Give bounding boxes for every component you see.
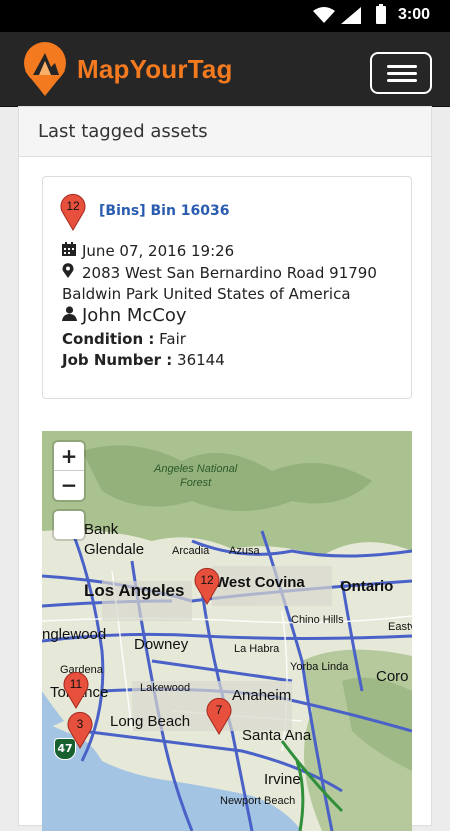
map-marker-3[interactable]: 3: [67, 711, 93, 749]
wifi-icon: [313, 7, 335, 23]
map-label: Newport Beach: [220, 795, 296, 807]
map-label: Irvine: [264, 771, 301, 788]
asset-category[interactable]: Bins: [105, 203, 139, 219]
job-number-value: 36144: [177, 351, 225, 369]
map-control-button[interactable]: [54, 511, 84, 539]
svg-text:11: 11: [70, 677, 83, 691]
map-label: Azusa: [229, 545, 260, 557]
user-icon: [62, 305, 78, 326]
hamburger-line: [387, 72, 417, 75]
brand-logo-icon[interactable]: [21, 41, 71, 97]
map-label: Glendale: [84, 541, 145, 558]
assets-panel: Last tagged assets 12 [Bins] Bin 16036 J…: [18, 106, 432, 831]
asset-address-line2: Baldwin Park United States of America: [62, 285, 351, 303]
map-label: Coro: [376, 668, 409, 685]
panel-title: Last tagged assets: [38, 121, 208, 142]
map-label: Chino Hills: [291, 614, 344, 626]
condition-value: Fair: [159, 330, 186, 348]
condition-label: Condition :: [62, 330, 155, 348]
map-marker-icon: 12: [60, 193, 86, 231]
job-number-label: Job Number :: [62, 351, 173, 369]
calendar-icon: [62, 242, 78, 260]
asset-date: June 07, 2016 19:26: [82, 242, 235, 260]
map-label: Anaheim: [232, 687, 292, 704]
asset-date-row: June 07, 2016 19:26: [62, 242, 234, 260]
svg-text:3: 3: [77, 717, 84, 731]
navbar: MapYourTag: [0, 32, 450, 107]
assets-map[interactable]: Angeles National Forest Bank Glendale Ar…: [42, 431, 412, 831]
status-time: 3:00: [397, 6, 430, 23]
map-label: Los Angeles: [84, 581, 185, 600]
hamburger-line: [387, 79, 417, 82]
map-label: La Habra: [234, 643, 280, 655]
map-label: Yorba Linda: [290, 661, 349, 673]
svg-text:12: 12: [200, 573, 214, 587]
svg-text:7: 7: [216, 703, 223, 717]
map-label: Angeles National: [154, 463, 238, 475]
map-label: West Covina: [215, 574, 305, 591]
map-label: Forest: [180, 477, 212, 489]
asset-link[interactable]: [Bins] Bin 16036: [99, 203, 230, 219]
status-bar: 3:00: [0, 0, 450, 32]
zoom-control: + −: [54, 442, 84, 500]
map-label: Long Beach: [110, 713, 191, 730]
map-label: Eastv: [388, 621, 412, 633]
asset-name[interactable]: Bin 16036: [150, 203, 229, 219]
asset-card: 12 [Bins] Bin 16036 June 07, 2016 19:26 …: [42, 176, 412, 399]
map-label: Lakewood: [140, 682, 191, 694]
hamburger-line: [387, 65, 417, 68]
zoom-in-button[interactable]: +: [54, 442, 84, 470]
asset-address-line1: 2083 West San Bernardino Road 91790: [82, 264, 377, 282]
menu-toggle-button[interactable]: [370, 52, 432, 94]
map-label: Bank: [84, 521, 119, 538]
map-label: nglewood: [42, 626, 107, 643]
map-marker-7[interactable]: 7: [206, 697, 232, 735]
panel-header: Last tagged assets: [19, 107, 431, 157]
location-pin-icon: [62, 263, 78, 282]
svg-text:12: 12: [66, 199, 80, 213]
zoom-out-button[interactable]: −: [54, 471, 84, 499]
map-marker-11[interactable]: 11: [63, 671, 89, 709]
brand-name[interactable]: MapYourTag: [77, 54, 233, 85]
map-label: Santa Ana: [242, 727, 312, 744]
map-label: Downey: [134, 636, 189, 653]
signal-icon: [341, 7, 361, 24]
map-label: Arcadia: [172, 545, 210, 557]
map-marker-12[interactable]: 12: [194, 567, 220, 605]
map-label: Ontario: [340, 578, 394, 595]
asset-user-row: John McCoy: [62, 305, 187, 326]
asset-address-row: 2083 West San Bernardino Road 91790: [62, 263, 377, 282]
battery-icon: [376, 4, 386, 24]
asset-user: John McCoy: [82, 305, 187, 326]
asset-job-row: Job Number : 36144: [62, 351, 225, 369]
asset-condition-row: Condition : Fair: [62, 330, 186, 348]
